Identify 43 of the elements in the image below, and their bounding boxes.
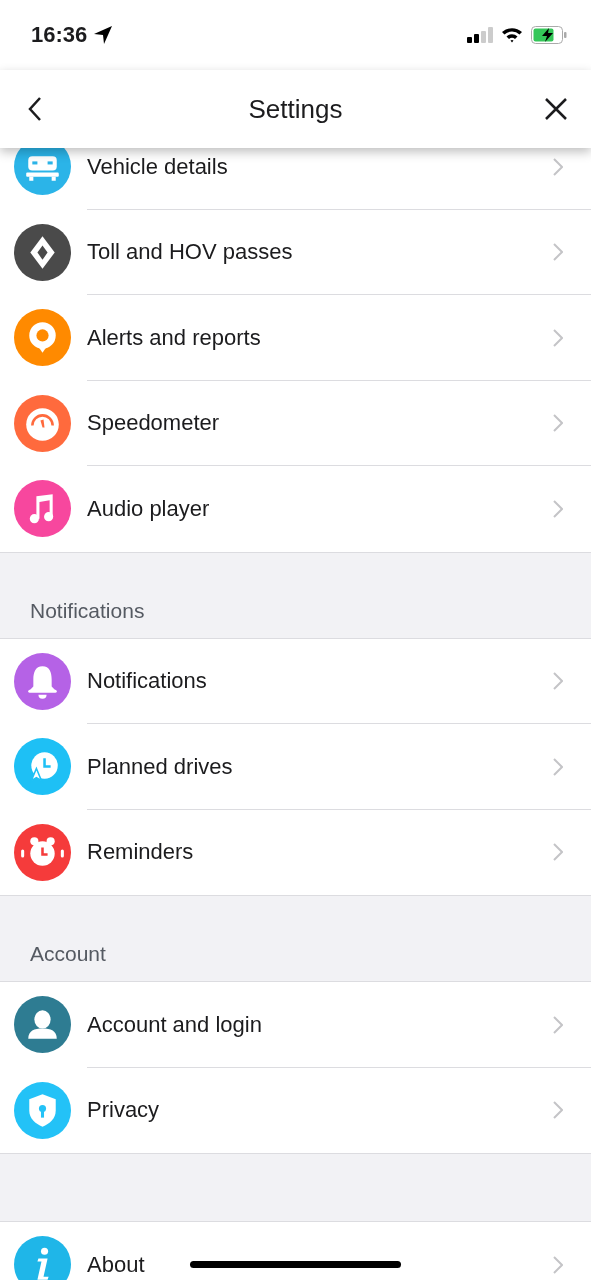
chevron-icon xyxy=(553,757,563,776)
wifi-icon xyxy=(501,27,523,43)
chevron-icon xyxy=(553,414,563,433)
settings-item[interactable]: Vehicle details xyxy=(0,148,591,210)
chevron-icon xyxy=(553,672,563,691)
settings-item[interactable]: Reminders xyxy=(0,809,591,896)
section-header: Notifications xyxy=(30,598,145,623)
settings-item[interactable]: Speedometer xyxy=(0,380,591,466)
screen-title: Settings xyxy=(247,93,344,125)
chevron-icon xyxy=(553,1101,563,1120)
item-label: Vehicle details xyxy=(87,153,228,180)
chevron-icon xyxy=(553,843,563,862)
settings-item[interactable]: Planned drives xyxy=(0,724,591,810)
location-arrow-icon xyxy=(93,25,114,45)
settings-item[interactable]: Notifications xyxy=(0,638,591,724)
back-icon xyxy=(27,96,43,122)
settings-item[interactable]: About xyxy=(0,1222,591,1280)
item-label: Alerts and reports xyxy=(87,324,261,351)
item-label: Planned drives xyxy=(87,753,233,780)
item-label: Speedometer xyxy=(87,410,220,437)
chevron-icon xyxy=(553,1255,563,1274)
item-label: Reminders xyxy=(87,839,194,866)
item-label: Toll and HOV passes xyxy=(87,239,293,266)
settings-item[interactable]: Audio player xyxy=(0,466,591,553)
chevron-icon xyxy=(553,328,563,347)
status-time: 16:36 xyxy=(31,22,88,48)
section-header: Account xyxy=(30,942,106,966)
chevron-icon xyxy=(553,157,563,176)
item-label: Audio player xyxy=(87,495,210,522)
chevron-icon xyxy=(553,243,563,262)
chevron-icon xyxy=(553,499,563,518)
item-label: Privacy xyxy=(87,1097,160,1124)
settings-item[interactable]: Alerts and reports xyxy=(0,295,591,381)
settings-item[interactable]: Privacy xyxy=(0,1067,591,1154)
settings-item[interactable]: Toll and HOV passes xyxy=(0,209,591,295)
close-icon xyxy=(544,97,568,121)
signal-icon xyxy=(467,27,493,43)
item-label: Account and login xyxy=(87,1011,262,1038)
item-label: About xyxy=(87,1251,145,1278)
settings-item[interactable]: Account and login xyxy=(0,982,591,1068)
battery-icon xyxy=(531,26,567,44)
item-label: Notifications xyxy=(87,668,207,695)
chevron-icon xyxy=(553,1015,563,1034)
